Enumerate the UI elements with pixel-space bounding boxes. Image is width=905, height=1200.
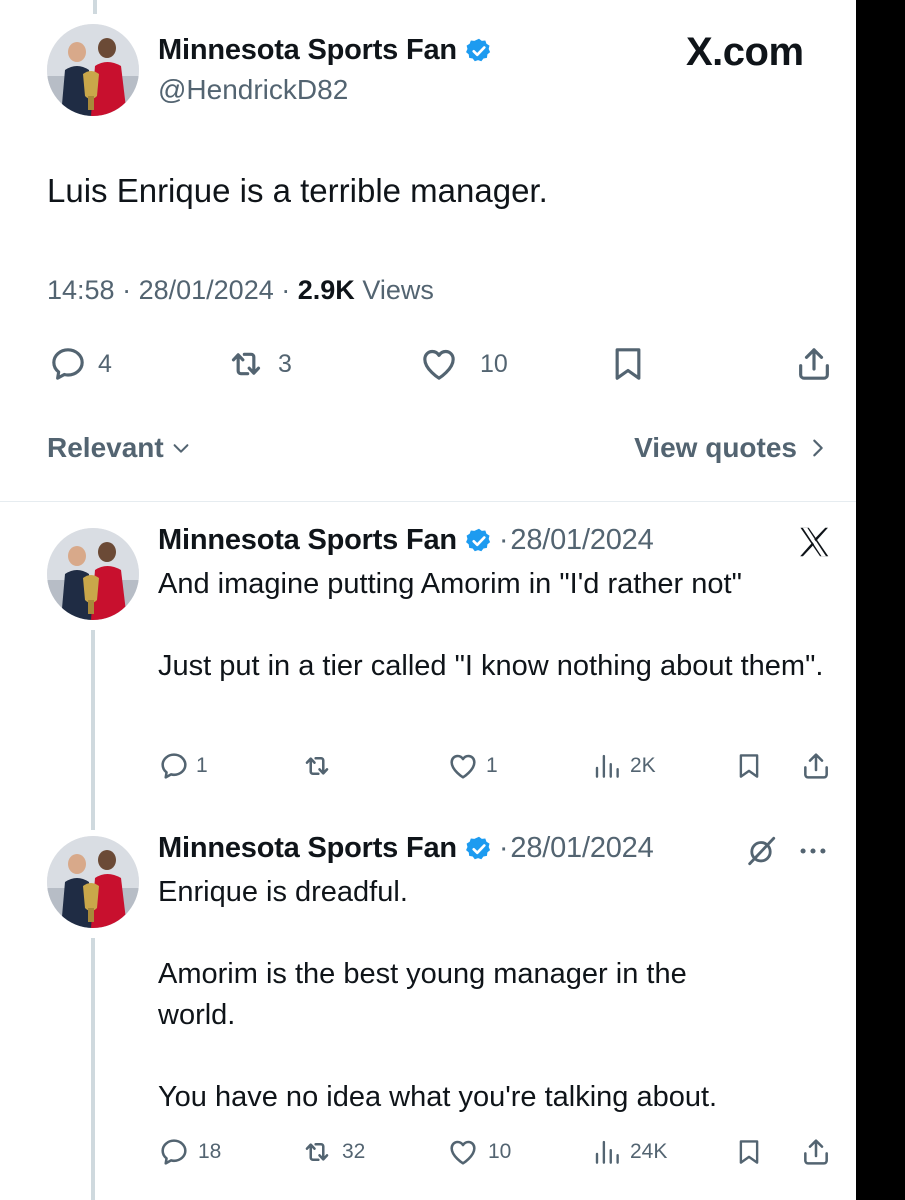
like-button[interactable]: 10	[446, 1136, 511, 1168]
repost-icon	[231, 352, 261, 376]
repost-icon	[305, 757, 329, 775]
x-com-watermark: X.com	[686, 30, 804, 74]
reply-avatar[interactable]	[47, 836, 139, 928]
bookmark-icon	[615, 348, 641, 380]
repost-icon	[305, 1143, 329, 1161]
sort-label[interactable]: Relevant	[47, 432, 164, 464]
reply-date-sep: ·	[498, 832, 509, 864]
thread-line-top	[93, 0, 97, 14]
reply-text: Enrique is dreadful. Amorim is the best …	[158, 872, 768, 1118]
like-icon	[450, 1140, 476, 1165]
repost-button[interactable]	[300, 750, 340, 782]
author-handle[interactable]: @HendrickD82	[158, 74, 348, 106]
reply-count: 1	[196, 754, 208, 777]
reply-author-name[interactable]: Minnesota Sports Fan	[158, 832, 457, 865]
reply-count: 4	[98, 349, 112, 378]
thread-line	[91, 938, 95, 1200]
view-quotes-label[interactable]: View quotes	[634, 432, 797, 464]
like-count: 10	[488, 1140, 512, 1163]
views-button[interactable]: 24K	[592, 1136, 667, 1168]
bookmark-icon	[739, 754, 759, 778]
bookmark-button[interactable]	[734, 750, 764, 782]
like-count: 10	[480, 349, 508, 378]
views-count: 2K	[630, 754, 656, 777]
reply-icon	[161, 1139, 187, 1165]
tweet-screenshot: Minnesota Sports Fan @HendrickD82 X.com …	[0, 0, 856, 1200]
verified-badge-icon	[465, 528, 491, 551]
share-button[interactable]	[800, 1136, 832, 1168]
reply-paragraph: Enrique is dreadful.	[158, 876, 408, 908]
reply-author-row: Minnesota Sports Fan · 28/01/2024	[158, 524, 654, 557]
avatar[interactable]	[47, 24, 139, 116]
share-icon	[804, 753, 828, 779]
share-icon	[804, 1139, 828, 1165]
tweet-time[interactable]: 14:58	[47, 275, 115, 305]
divider	[0, 501, 856, 502]
meta-separator: ·	[122, 275, 139, 305]
bookmark-button[interactable]	[734, 1136, 764, 1168]
chevron-right-icon	[813, 439, 823, 457]
reply-text: And imagine putting Amorim in "I'd rathe…	[158, 564, 823, 687]
reply-date[interactable]: 28/01/2024	[510, 832, 653, 865]
tweet-date[interactable]: 28/01/2024	[139, 275, 274, 305]
view-quotes-link[interactable]: View quotes	[634, 432, 829, 464]
reply-button[interactable]: 18	[158, 1136, 221, 1168]
like-count: 1	[486, 754, 498, 777]
reply-paragraph: Just put in a tier called "I know nothin…	[158, 650, 824, 682]
reply-avatar[interactable]	[47, 528, 139, 620]
sort-dropdown[interactable]: Relevant	[47, 432, 192, 464]
author-name-text[interactable]: Minnesota Sports Fan	[158, 34, 457, 67]
reply-paragraph: And imagine putting Amorim in "I'd rathe…	[158, 568, 742, 600]
like-button[interactable]: 10	[418, 344, 508, 384]
views-count: 2.9K	[297, 275, 355, 305]
views-count: 24K	[630, 1140, 668, 1163]
reply-author-row: Minnesota Sports Fan · 28/01/2024	[158, 832, 654, 865]
like-icon	[450, 754, 476, 779]
tweet-text: Luis Enrique is a terrible manager.	[47, 172, 548, 209]
chevron-down-icon	[173, 444, 189, 453]
meta-separator: ·	[281, 275, 298, 305]
repost-button[interactable]: 32	[300, 1136, 365, 1168]
verified-badge-icon	[465, 38, 491, 61]
like-icon	[423, 349, 455, 380]
reply-date[interactable]: 28/01/2024	[510, 524, 653, 557]
reply-author-name[interactable]: Minnesota Sports Fan	[158, 524, 457, 557]
more-icon[interactable]	[796, 838, 830, 864]
bookmark-icon	[739, 1140, 759, 1164]
grok-icon[interactable]	[744, 834, 778, 868]
share-button[interactable]	[794, 344, 834, 384]
verified-badge-icon	[465, 836, 491, 859]
reply-date-sep: ·	[498, 524, 509, 556]
reply-button[interactable]: 4	[48, 344, 112, 384]
reply-paragraph: You have no idea what you're talking abo…	[158, 1081, 718, 1113]
tweet-meta: 14:58 · 28/01/2024 · 2.9K Views	[47, 275, 434, 306]
author-name[interactable]: Minnesota Sports Fan	[158, 34, 493, 67]
share-button[interactable]	[800, 750, 832, 782]
reply-icon	[52, 348, 84, 380]
views-button[interactable]: 2K	[592, 750, 656, 782]
repost-count: 3	[278, 349, 292, 378]
reply-button[interactable]: 1	[158, 750, 208, 782]
reply-count: 18	[198, 1140, 222, 1163]
views-label: Views	[362, 275, 434, 305]
thread-line	[91, 630, 95, 830]
reply-paragraph: Amorim is the best young manager in the …	[158, 958, 687, 1031]
x-logo-icon	[800, 527, 829, 557]
views-icon	[595, 754, 619, 778]
views-icon	[595, 1140, 619, 1164]
repost-count: 32	[342, 1140, 366, 1163]
bookmark-button[interactable]	[608, 344, 648, 384]
share-icon	[799, 348, 829, 380]
reply-icon	[161, 753, 187, 779]
like-button[interactable]: 1	[446, 750, 498, 782]
repost-button[interactable]: 3	[226, 344, 292, 384]
